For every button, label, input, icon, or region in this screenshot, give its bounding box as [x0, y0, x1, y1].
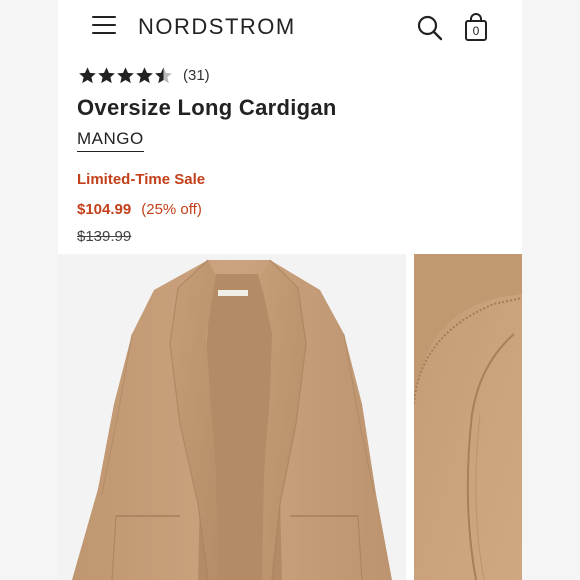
search-icon[interactable] [416, 14, 444, 42]
original-price: $139.99 [77, 228, 132, 245]
sale-label: Limited-Time Sale [77, 171, 206, 188]
product-page: NORDSTROM 0 (31) Oversize Long Cardigan … [58, 0, 522, 580]
menu-icon[interactable] [92, 16, 116, 38]
cardigan-front-photo[interactable] [58, 254, 406, 580]
cardigan-fabric-detail-photo[interactable] [414, 254, 522, 580]
star-full-icon [136, 66, 153, 83]
review-count[interactable]: (31) [183, 67, 210, 84]
nordstrom-logo[interactable]: NORDSTROM [138, 14, 296, 40]
sale-price: $104.99 [77, 201, 132, 218]
brand-link[interactable]: MANGO [77, 129, 144, 152]
star-full-icon [117, 66, 134, 83]
star-full-icon [98, 66, 115, 83]
bag-count-badge: 0 [472, 24, 480, 38]
top-nav-bar: NORDSTROM 0 [58, 0, 522, 56]
product-rating[interactable]: (31) [78, 65, 210, 85]
star-full-icon [79, 66, 96, 83]
shopping-bag-button[interactable]: 0 [462, 12, 490, 42]
price-row: $104.99 (25% off) [77, 201, 202, 218]
product-title: Oversize Long Cardigan [77, 95, 337, 120]
discount-percent: (25% off) [141, 201, 202, 218]
rating-stars [78, 66, 173, 85]
star-half-icon [155, 66, 172, 83]
